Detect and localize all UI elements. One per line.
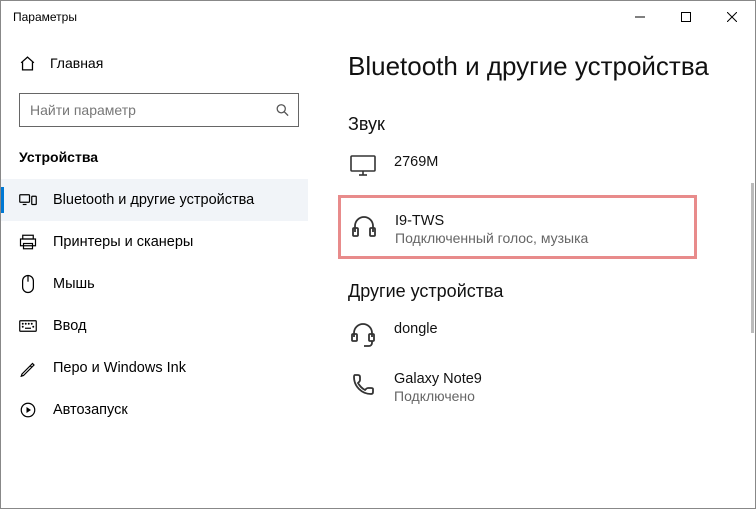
window-title: Параметры [13, 10, 77, 24]
page-title: Bluetooth и другие устройства [348, 51, 725, 82]
search-input[interactable] [20, 94, 298, 126]
mouse-icon [19, 274, 37, 294]
device-status: Подключено [394, 388, 482, 406]
pen-icon [19, 359, 37, 377]
sidebar-item-label: Ввод [53, 318, 86, 334]
monitor-icon [350, 153, 376, 177]
search-icon [275, 103, 290, 118]
device-row[interactable]: I9-TWS Подключенный голос, музыка [349, 208, 688, 248]
sidebar-item-pen[interactable]: Перо и Windows Ink [1, 347, 308, 389]
device-status: Подключенный голос, музыка [395, 230, 588, 248]
headset-icon [350, 320, 376, 348]
sidebar-item-printers[interactable]: Принтеры и сканеры [1, 221, 308, 263]
scrollbar[interactable] [751, 183, 754, 333]
sidebar-item-autoplay[interactable]: Автозапуск [1, 389, 308, 431]
autoplay-icon [19, 401, 37, 419]
phone-icon [350, 370, 376, 396]
keyboard-icon [19, 319, 37, 333]
group-sound-title: Звук [348, 114, 725, 135]
group-other-title: Другие устройства [348, 281, 725, 302]
headphones-icon [351, 212, 377, 238]
sidebar-item-label: Принтеры и сканеры [53, 234, 193, 250]
sidebar-item-label: Мышь [53, 276, 95, 292]
home-label: Главная [50, 55, 103, 71]
sidebar-item-label: Bluetooth и другие устройства [53, 192, 254, 208]
sidebar-item-label: Автозапуск [53, 402, 128, 418]
sidebar-section-title: Устройства [19, 149, 308, 165]
device-row[interactable]: dongle [348, 316, 725, 366]
maximize-button[interactable] [663, 1, 709, 33]
sidebar-item-bluetooth[interactable]: Bluetooth и другие устройства [1, 179, 308, 221]
device-name: Galaxy Note9 [394, 370, 482, 388]
device-row[interactable]: Galaxy Note9 Подключено [348, 366, 725, 424]
search-box[interactable] [19, 93, 299, 127]
window-controls [617, 1, 755, 33]
sidebar-item-mouse[interactable]: Мышь [1, 263, 308, 305]
sidebar-item-typing[interactable]: Ввод [1, 305, 308, 347]
nav-list: Bluetooth и другие устройства Принтеры и… [1, 179, 308, 431]
devices-icon [19, 191, 37, 209]
close-button[interactable] [709, 1, 755, 33]
minimize-button[interactable] [617, 1, 663, 33]
device-name: 2769M [394, 153, 438, 171]
main-content: Bluetooth и другие устройства Звук 2769M… [326, 33, 755, 508]
device-name: I9-TWS [395, 212, 588, 230]
device-name: dongle [394, 320, 438, 338]
sidebar-item-label: Перо и Windows Ink [53, 360, 186, 376]
titlebar: Параметры [1, 1, 755, 33]
sidebar: Главная Устройства Bluetooth и другие ус… [1, 33, 326, 508]
home-icon [19, 55, 36, 72]
device-row[interactable]: 2769M [348, 149, 725, 195]
printer-icon [19, 233, 37, 251]
home-link[interactable]: Главная [19, 45, 308, 81]
device-highlight: I9-TWS Подключенный голос, музыка [338, 195, 697, 259]
